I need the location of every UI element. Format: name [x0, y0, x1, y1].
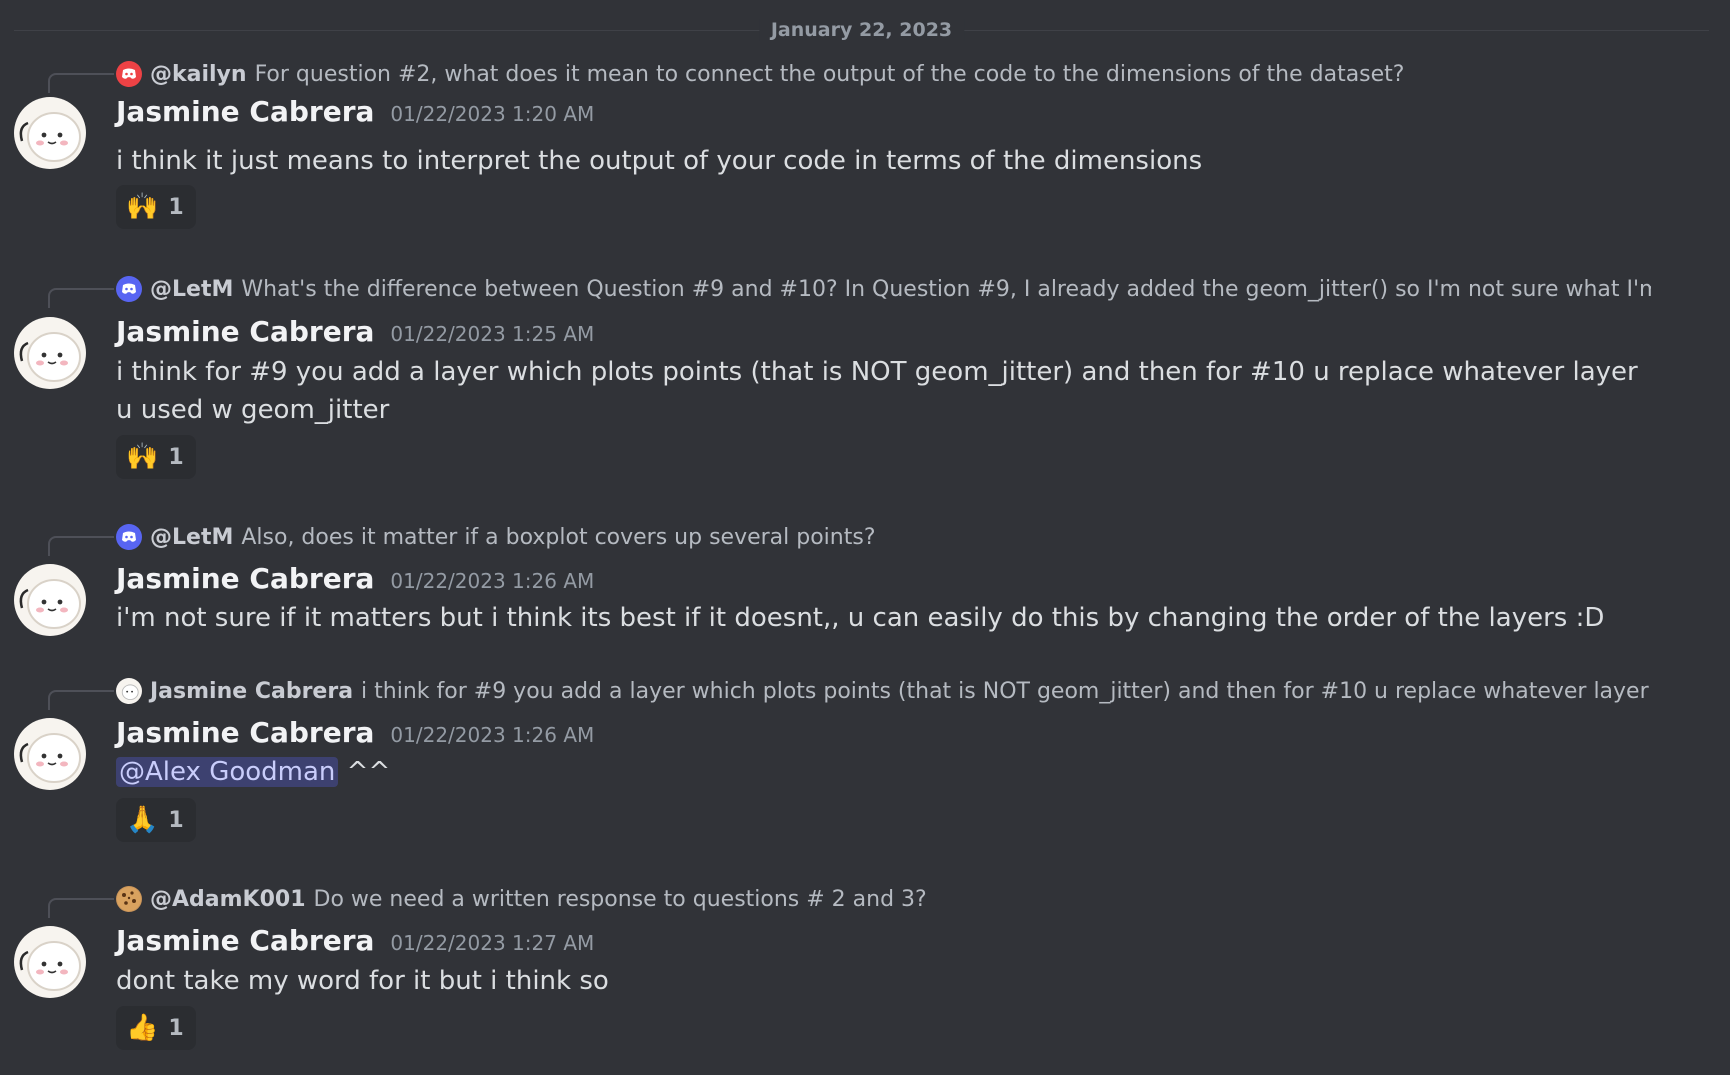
reply-preview[interactable]: @kailyn For question #2, what does it me…	[116, 57, 1651, 91]
author-name[interactable]: Jasmine Cabrera	[116, 562, 374, 595]
folded-hands-icon: 🙏	[126, 805, 159, 835]
message-content: i'm not sure if it matters but i think i…	[116, 603, 1605, 633]
message-content: i think for #9 you add a layer which plo…	[116, 357, 1638, 425]
avatar[interactable]	[14, 317, 86, 389]
reply-preview[interactable]: @LetM Also, does it matter if a boxplot …	[116, 520, 1651, 554]
avatar[interactable]	[14, 718, 86, 790]
author-name[interactable]: Jasmine Cabrera	[116, 716, 374, 749]
message-header: Jasmine Cabrera 01/22/2023 1:26 AM	[116, 716, 594, 749]
reply-text: What's the difference between Question #…	[241, 276, 1651, 302]
date-divider-label: January 22, 2023	[758, 19, 965, 41]
reply-author[interactable]: @LetM	[150, 277, 233, 302]
timestamp[interactable]: 01/22/2023 1:26 AM	[390, 723, 594, 747]
reply-text: For question #2, what does it mean to co…	[254, 61, 1405, 87]
reaction-count: 1	[168, 807, 184, 833]
timestamp[interactable]: 01/22/2023 1:25 AM	[390, 322, 594, 346]
reaction-count: 1	[168, 194, 184, 220]
reply-preview[interactable]: @LetM What's the difference between Ques…	[116, 272, 1651, 306]
reaction[interactable]: 🙌 1	[116, 185, 196, 229]
message-header: Jasmine Cabrera 01/22/2023 1:27 AM	[116, 924, 594, 957]
raised-hands-icon: 🙌	[126, 442, 159, 472]
reaction[interactable]: 🙏 1	[116, 798, 196, 842]
message-header: Jasmine Cabrera 01/22/2023 1:25 AM	[116, 315, 594, 348]
reply-text: i think for #9 you add a layer which plo…	[361, 678, 1651, 704]
timestamp[interactable]: 01/22/2023 1:27 AM	[390, 931, 594, 955]
author-name[interactable]: Jasmine Cabrera	[116, 924, 374, 957]
thumbs-up-icon: 👍	[126, 1013, 159, 1043]
message-header: Jasmine Cabrera 01/22/2023 1:20 AM	[116, 95, 594, 128]
reaction-count: 1	[168, 1015, 184, 1041]
discord-blue-icon	[116, 276, 142, 302]
avatar[interactable]	[14, 564, 86, 636]
reply-spine	[48, 288, 114, 308]
reaction-count: 1	[168, 444, 184, 470]
author-name[interactable]: Jasmine Cabrera	[116, 315, 374, 348]
message-text: ^^	[346, 757, 391, 787]
message-content: i think it just means to interpret the o…	[116, 146, 1203, 176]
reply-author[interactable]: Jasmine Cabrera	[150, 679, 353, 704]
avatar[interactable]	[14, 926, 86, 998]
discord-red-icon	[116, 61, 142, 87]
discord-blue-icon	[116, 524, 142, 550]
reaction[interactable]: 👍 1	[116, 1006, 196, 1050]
avatar[interactable]	[14, 97, 86, 169]
reply-author[interactable]: @LetM	[150, 525, 233, 550]
reply-preview[interactable]: Jasmine Cabrera i think for #9 you add a…	[116, 674, 1651, 708]
cookie-avatar-icon	[116, 886, 142, 912]
date-divider: January 22, 2023	[14, 15, 1709, 45]
user-mention[interactable]: @Alex Goodman	[116, 757, 339, 787]
reply-spine	[48, 690, 114, 710]
reply-text: Do we need a written response to questio…	[313, 886, 927, 912]
jasmine-avatar-icon	[116, 678, 142, 704]
message-header: Jasmine Cabrera 01/22/2023 1:26 AM	[116, 562, 594, 595]
message-content: @Alex Goodman ^^	[116, 753, 1656, 791]
reaction[interactable]: 🙌 1	[116, 435, 196, 479]
reply-author[interactable]: @kailyn	[150, 62, 247, 87]
timestamp[interactable]: 01/22/2023 1:20 AM	[390, 102, 594, 126]
reply-spine	[48, 73, 114, 93]
reply-text: Also, does it matter if a boxplot covers…	[241, 524, 876, 550]
raised-hands-icon: 🙌	[126, 192, 159, 222]
message-content: dont take my word for it but i think so	[116, 966, 609, 996]
reply-preview[interactable]: @AdamK001 Do we need a written response …	[116, 882, 1651, 916]
reply-spine	[48, 536, 114, 556]
reply-spine	[48, 898, 114, 918]
reply-author[interactable]: @AdamK001	[150, 887, 306, 912]
author-name[interactable]: Jasmine Cabrera	[116, 95, 374, 128]
timestamp[interactable]: 01/22/2023 1:26 AM	[390, 569, 594, 593]
